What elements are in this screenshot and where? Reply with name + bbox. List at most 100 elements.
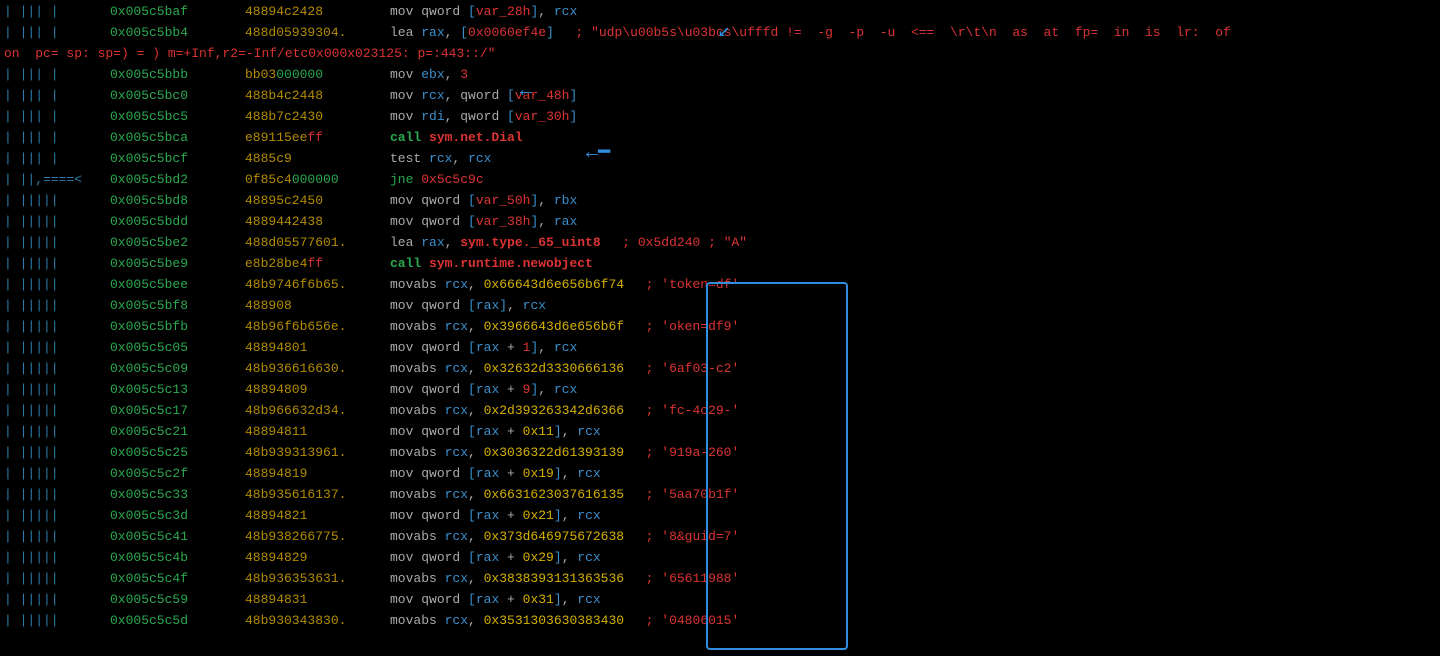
- disasm-row[interactable]: | |||||0x005c5c4f48b936353631.movabs rcx…: [0, 569, 1440, 590]
- disasm-row[interactable]: | |||||0x005c5c5948894831mov qword [rax …: [0, 590, 1440, 611]
- opcode-bytes: 48895c2450: [245, 191, 390, 212]
- address: 0x005c5bcf: [110, 151, 188, 166]
- disasm-row[interactable]: | |||||0x005c5c4b48894829mov qword [rax …: [0, 548, 1440, 569]
- control-flow-gutter: | |||||: [0, 422, 110, 443]
- control-flow-gutter: | |||||: [0, 254, 110, 275]
- disasm-row[interactable]: | |||||0x005c5c2f48894819mov qword [rax …: [0, 464, 1440, 485]
- opcode-bytes: 48894829: [245, 548, 390, 569]
- disasm-row[interactable]: | |||||0x005c5c5d48b930343830.movabs rcx…: [0, 611, 1440, 632]
- opcode-bytes: 48894831: [245, 590, 390, 611]
- control-flow-gutter: | ||| |: [0, 2, 110, 23]
- disasm-row[interactable]: | |||||0x005c5c2148894811mov qword [rax …: [0, 422, 1440, 443]
- disasm-row[interactable]: | |||||0x005c5c1348894809mov qword [rax …: [0, 380, 1440, 401]
- address: 0x005c5c17: [110, 403, 188, 418]
- opcode-bytes: 4885c9: [245, 149, 390, 170]
- disassembly-listing: | ||| |0x005c5baf48894c2428mov qword [va…: [0, 0, 1440, 634]
- disasm-row[interactable]: | |||||0x005c5bee48b9746f6b65.movabs rcx…: [0, 275, 1440, 296]
- comment: ; '65611988': [646, 569, 740, 590]
- control-flow-gutter: | ||| |: [0, 107, 110, 128]
- disasm-row[interactable]: | ||,====<0x005c5bd20f85c4000000jne 0x5c…: [0, 170, 1440, 191]
- address: 0x005c5c4b: [110, 550, 188, 565]
- opcode-bytes: 0f85c4000000: [245, 170, 390, 191]
- disasm-row[interactable]: | |||||0x005c5bfb48b96f6b656e.movabs rcx…: [0, 317, 1440, 338]
- opcode-bytes: 48894811: [245, 422, 390, 443]
- control-flow-gutter: | |||||: [0, 359, 110, 380]
- disasm-row[interactable]: | ||| |0x005c5bc0488b4c2448mov rcx, qwor…: [0, 86, 1440, 107]
- address: 0x005c5c41: [110, 529, 188, 544]
- instruction: mov qword [rax], rcx: [390, 296, 546, 317]
- control-flow-gutter: | |||||: [0, 401, 110, 422]
- opcode-bytes: 488b7c2430: [245, 107, 390, 128]
- opcode-bytes: 48b9746f6b65.: [245, 275, 390, 296]
- disasm-row[interactable]: | |||||0x005c5c2548b939313961.movabs rcx…: [0, 443, 1440, 464]
- address: 0x005c5be9: [110, 256, 188, 271]
- opcode-bytes: 48894c2428: [245, 2, 390, 23]
- address: 0x005c5c33: [110, 487, 188, 502]
- instruction: movabs rcx, 0x66643d6e656b6f74: [390, 275, 624, 296]
- control-flow-gutter: | |||||: [0, 590, 110, 611]
- comment-wrap: on pc= sp: sp=) = ) m=+Inf,r2=-Inf/etc0x…: [0, 44, 1440, 65]
- instruction: movabs rcx, 0x6631623037616135: [390, 485, 624, 506]
- address: 0x005c5bbb: [110, 67, 188, 82]
- control-flow-gutter: | ||,====<: [0, 170, 110, 191]
- disasm-row[interactable]: | ||| |0x005c5bb4488d05939304.lea rax, […: [0, 23, 1440, 44]
- comment: ; 'token=df': [646, 275, 740, 296]
- address: 0x005c5c4f: [110, 571, 188, 586]
- disasm-row[interactable]: | |||||0x005c5c17 48b966632d34.movabs rcx…: [0, 401, 1440, 422]
- control-flow-gutter: | |||||: [0, 443, 110, 464]
- instruction: jne 0x5c5c9c: [390, 170, 484, 191]
- control-flow-gutter: | |||||: [0, 464, 110, 485]
- disasm-row[interactable]: | |||||0x005c5bd848895c2450mov qword [va…: [0, 191, 1440, 212]
- disasm-row[interactable]: | |||||0x005c5bf8488908mov qword [rax], …: [0, 296, 1440, 317]
- control-flow-gutter: | ||| |: [0, 86, 110, 107]
- opcode-bytes: 48894801: [245, 338, 390, 359]
- address: 0x005c5bca: [110, 130, 188, 145]
- disasm-row[interactable]: | |||||0x005c5c4148b938266775.movabs rcx…: [0, 527, 1440, 548]
- opcode-bytes: 488d05577601.: [245, 233, 390, 254]
- disasm-row[interactable]: | |||||0x005c5be2488d05577601.lea rax, s…: [0, 233, 1440, 254]
- disasm-row[interactable]: | ||| |0x005c5bcae89115eeffcall sym.net.…: [0, 128, 1440, 149]
- instruction: movabs rcx, 0x2d393263342d6366: [390, 401, 624, 422]
- disasm-row[interactable]: | |||||0x005c5c0948b936616630.movabs rcx…: [0, 359, 1440, 380]
- control-flow-gutter: | |||||: [0, 527, 110, 548]
- disasm-row[interactable]: | ||| |0x005c5bcf4885c9test rcx, rcx: [0, 149, 1440, 170]
- disasm-row[interactable]: | ||| |0x005c5bbbbb03000000mov ebx, 3: [0, 65, 1440, 86]
- opcode-bytes: 48b936616630.: [245, 359, 390, 380]
- opcode-bytes: 48894821: [245, 506, 390, 527]
- control-flow-gutter: | |||||: [0, 233, 110, 254]
- address: 0x005c5be2: [110, 235, 188, 250]
- address: 0x005c5bee: [110, 277, 188, 292]
- disasm-row[interactable]: | |||||0x005c5c0548894801mov qword [rax …: [0, 338, 1440, 359]
- address: 0x005c5c3d: [110, 508, 188, 523]
- opcode-bytes: 48b936353631.: [245, 569, 390, 590]
- disasm-row[interactable]: | |||||0x005c5bdd4889442438mov qword [va…: [0, 212, 1440, 233]
- disasm-row[interactable]: | |||||0x005c5c3d48894821mov qword [rax …: [0, 506, 1440, 527]
- opcode-bytes: 48b966632d34.: [245, 401, 390, 422]
- opcode-bytes: 48894809: [245, 380, 390, 401]
- disasm-row[interactable]: | ||| |0x005c5bc5488b7c2430mov rdi, qwor…: [0, 107, 1440, 128]
- instruction: mov qword [rax + 1], rcx: [390, 338, 577, 359]
- disasm-row[interactable]: | |||||0x005c5be9 e8b28be4ffcall sym.runt…: [0, 254, 1440, 275]
- control-flow-gutter: | |||||: [0, 317, 110, 338]
- instruction: movabs rcx, 0x3966643d6e656b6f: [390, 317, 624, 338]
- comment: ; '6af03-c2': [646, 359, 740, 380]
- opcode-bytes: 48b938266775.: [245, 527, 390, 548]
- instruction: lea rax, [0x0060ef4e]: [390, 23, 554, 44]
- opcode-bytes: e8b28be4ff: [245, 254, 390, 275]
- control-flow-gutter: | ||| |: [0, 65, 110, 86]
- control-flow-gutter: | |||||: [0, 611, 110, 632]
- instruction: movabs rcx, 0x3036322d61393139: [390, 443, 624, 464]
- instruction: mov qword [rax + 0x29], rcx: [390, 548, 601, 569]
- instruction: call sym.runtime.newobject: [390, 254, 593, 275]
- instruction: mov qword [rax + 9], rcx: [390, 380, 577, 401]
- instruction: mov qword [rax + 0x19], rcx: [390, 464, 601, 485]
- control-flow-gutter: | |||||: [0, 191, 110, 212]
- disasm-row[interactable]: | ||| |0x005c5baf48894c2428mov qword [va…: [0, 2, 1440, 23]
- opcode-bytes: bb03000000: [245, 65, 390, 86]
- opcode-bytes: 48894819: [245, 464, 390, 485]
- opcode-bytes: 48b96f6b656e.: [245, 317, 390, 338]
- comment: ; '8&guid=7': [646, 527, 740, 548]
- comment: ; 0x5dd240 ; "A": [622, 233, 747, 254]
- disasm-row[interactable]: | |||||0x005c5c3348b935616137.movabs rcx…: [0, 485, 1440, 506]
- instruction: mov qword [var_28h], rcx: [390, 2, 577, 23]
